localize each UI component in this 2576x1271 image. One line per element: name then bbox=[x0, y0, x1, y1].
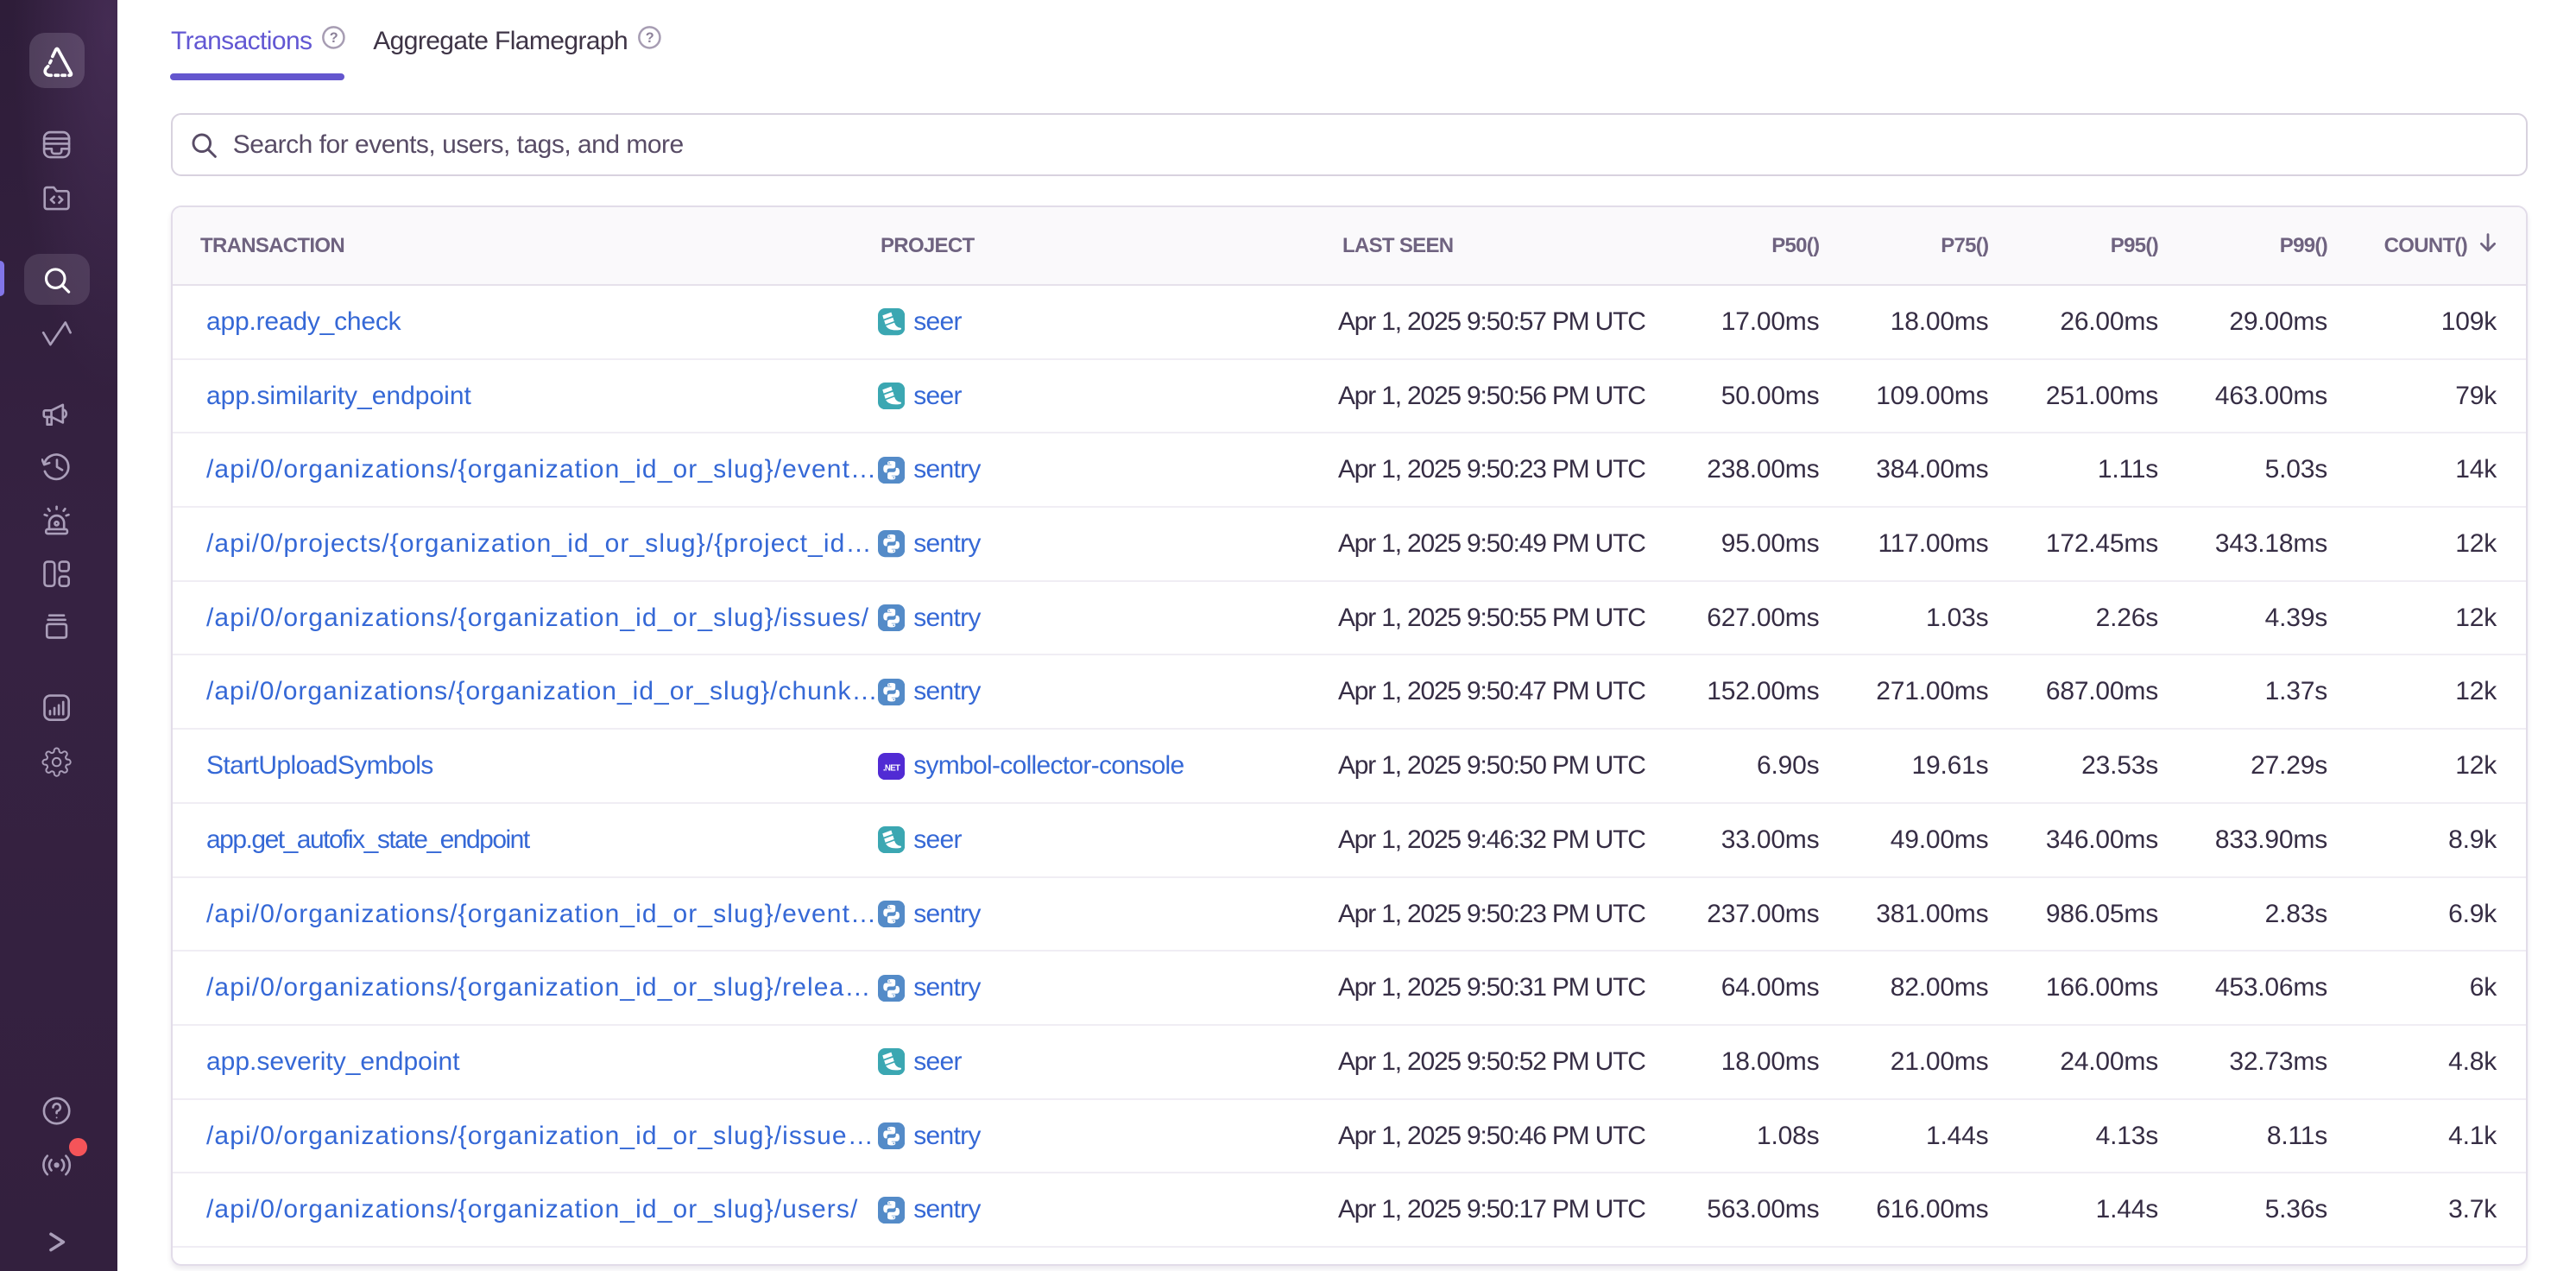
svg-text:?: ? bbox=[646, 30, 653, 46]
svg-text:?: ? bbox=[330, 30, 338, 46]
svg-text:.NET: .NET bbox=[883, 763, 900, 773]
